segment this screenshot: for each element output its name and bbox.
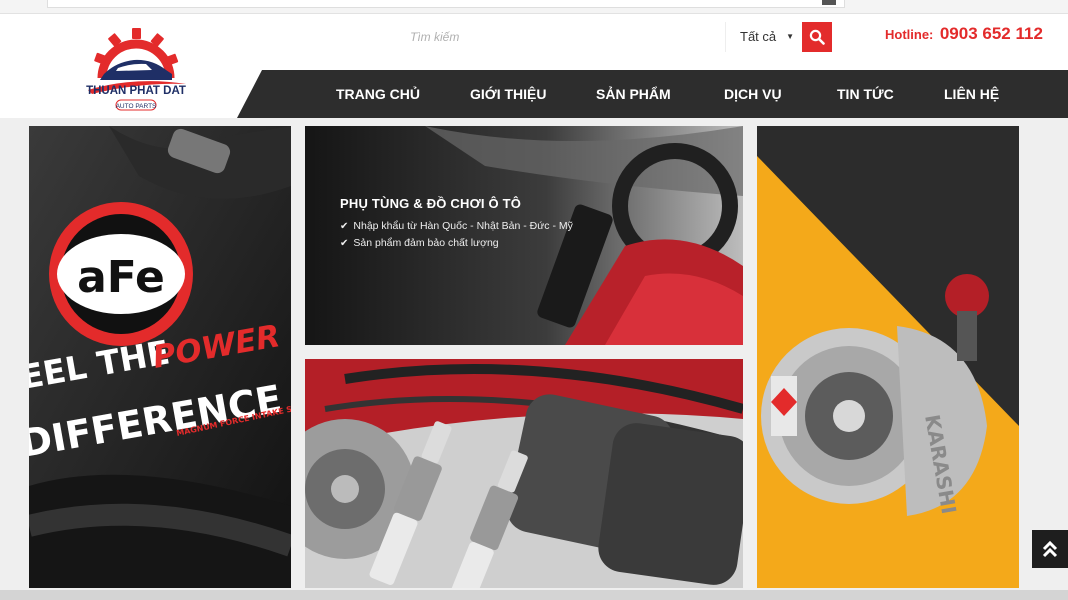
search-button[interactable] [802,22,832,52]
promo-item: ✔ Nhập khẩu từ Hàn Quốc - Nhật Bản - Đức … [340,220,573,232]
nav-item-contact[interactable]: LIÊN HỆ [944,70,999,118]
banner-parts[interactable] [305,359,743,588]
hotline-number[interactable]: 0903 652 112 [940,24,1043,43]
browser-bar [47,0,845,8]
banner-parts-graphic [305,359,743,588]
check-icon: ✔ [340,221,349,232]
check-icon: ✔ [340,238,349,249]
promo-block: PHỤ TÙNG & ĐỒ CHƠI Ô TÔ ✔ Nhập khẩu từ Hà… [340,196,573,254]
nav-item-news[interactable]: TIN TỨC [837,70,894,118]
hotline[interactable]: Hotline: 0903 652 112 [885,24,1043,44]
double-chevron-up-icon [1042,540,1058,558]
nav-item-about[interactable]: GIỚI THIỆU [470,70,547,118]
search-input[interactable] [398,22,725,52]
nav-item-home[interactable]: TRANG CHỦ [336,70,420,118]
promo-item: ✔ Sản phẩm đảm bảo chất lượng [340,237,499,249]
afe-logo-text: aFe [77,252,165,303]
nav-item-services[interactable]: DỊCH VỤ [724,70,782,118]
promo-title: PHỤ TÙNG & ĐỒ CHƠI Ô TÔ [340,196,522,211]
banner-turbo-graphic: KARASHI [757,126,1019,588]
category-select[interactable]: Tất cả ▼ [725,22,802,52]
top-strip [0,0,1068,14]
main-nav: TRANG CHỦ GIỚI THIỆU SẢN PHẨM DỊCH VỤ TI… [0,70,1068,118]
banner-afe-graphic: aFe EEL THE POWER DIFFERENCE MAGNUM FORC… [29,126,291,588]
site-header: THUAN PHAT DAT AUTO PARTS Tất cả ▼ Hotli… [0,14,1068,118]
search-icon [809,29,825,45]
bottom-bar [0,590,1068,600]
category-select-value: Tất cả [740,29,777,44]
search-bar: Tất cả ▼ [398,22,834,52]
banner-interior[interactable]: PHỤ TÙNG & ĐỒ CHƠI Ô TÔ ✔ Nhập khẩu từ Hà… [305,126,743,345]
caret-down-icon: ▼ [786,32,794,41]
hotline-label: Hotline: [885,27,934,42]
nav-item-products[interactable]: SẢN PHẨM [596,70,671,118]
banner-turbo[interactable]: KARASHI [757,126,1019,588]
scroll-top-button[interactable] [1032,530,1068,568]
banner-afe[interactable]: aFe EEL THE POWER DIFFERENCE MAGNUM FORC… [29,126,291,588]
strip-icon [822,0,836,5]
